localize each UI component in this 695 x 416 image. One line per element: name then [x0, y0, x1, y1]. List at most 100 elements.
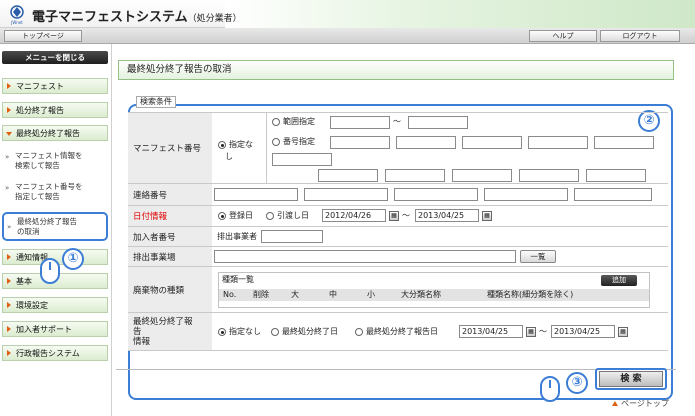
page-title: 最終処分終了報告の取消 — [118, 60, 674, 80]
manifest-number-input-8[interactable] — [385, 169, 445, 182]
manifest-number-input-6[interactable] — [272, 153, 332, 166]
arrow-up-icon — [612, 401, 618, 406]
manifest-range-label: 範囲指定 — [283, 117, 315, 126]
contact-number-input-5[interactable] — [574, 188, 652, 201]
transfer-date-radio[interactable] — [266, 212, 274, 220]
sidebar-item-member-support[interactable]: 加入者サポート — [2, 321, 108, 337]
final-none-radio[interactable] — [218, 328, 226, 336]
manifest-number-input-7[interactable] — [318, 169, 378, 182]
manifest-number-option-label: 番号指定 — [283, 137, 315, 146]
manifest-range-to-input[interactable] — [408, 116, 468, 129]
date-from-input[interactable]: 2012/04/26 — [322, 209, 386, 222]
logout-button[interactable]: ログアウト — [600, 30, 680, 42]
arrow-right-icon — [7, 326, 11, 332]
manifest-none-label-2: し — [225, 152, 233, 161]
manifest-none-radio[interactable] — [218, 141, 226, 149]
manifest-number-input-3[interactable] — [462, 136, 522, 149]
arrow-right-icon — [7, 278, 11, 284]
svg-text:JWnet: JWnet — [10, 20, 23, 25]
mouse-icon — [540, 376, 560, 402]
main-content: 最終処分終了報告の取消 検索条件 ② マニフェスト番号 指定な し 範囲指定 〜… — [112, 44, 695, 416]
search-button[interactable]: 検 索 — [599, 371, 663, 387]
final-date-radio[interactable] — [271, 328, 279, 336]
col-no: No. — [223, 290, 237, 299]
app-header: JWnet 電子マニフェストシステム（処分業者） — [0, 0, 695, 28]
add-waste-button[interactable]: 追加 — [601, 275, 637, 286]
calendar-icon[interactable]: ▦ — [618, 327, 628, 337]
subitem-number-and-report[interactable]: » マニフェスト番号を 指定して報告 — [2, 180, 108, 206]
contact-number-input-2[interactable] — [304, 188, 388, 201]
member-number-input[interactable] — [261, 230, 323, 243]
sidebar-item-manifest[interactable]: マニフェスト — [2, 78, 108, 94]
subitem-cancel-final-report[interactable]: » 最終処分終了報告 の取消 — [2, 212, 108, 241]
arrow-right-icon — [7, 254, 11, 260]
manifest-number-input-2[interactable] — [396, 136, 456, 149]
calendar-icon[interactable]: ▦ — [526, 327, 536, 337]
final-report-date-label: 最終処分終了報告日 — [366, 327, 438, 336]
contact-number-input-3[interactable] — [394, 188, 478, 201]
transfer-date-label: 引渡し日 — [277, 211, 309, 220]
manifest-number-input-9[interactable] — [452, 169, 512, 182]
discharge-site-label: 排出事業場 — [128, 247, 212, 266]
date-to-input[interactable]: 2013/04/25 — [415, 209, 479, 222]
page-top-link[interactable]: ページトップ — [612, 398, 669, 409]
site-list-button[interactable]: 一覧 — [520, 250, 556, 263]
sidebar-item-final-disposal-report[interactable]: 最終処分終了報告 — [2, 125, 108, 141]
discharge-site-row: 排出事業場 一覧 — [128, 247, 668, 267]
final-date-label: 最終処分終了日 — [282, 327, 338, 336]
callout-3: ③ — [566, 372, 588, 394]
date-info-row: 日付情報 登録日 引渡し日 2012/04/26 ▦ 〜 2013/04/25 … — [128, 206, 668, 227]
mouse-icon — [40, 258, 60, 284]
top-navbar: トップページ ヘルプ ログアウト — [0, 28, 695, 44]
col-large: 大 — [291, 290, 299, 299]
waste-type-label: 廃棄物の種類 — [128, 267, 212, 312]
top-page-button[interactable]: トップページ — [4, 30, 82, 42]
final-tilde: 〜 — [539, 327, 547, 336]
discharger-label: 排出事業者 — [217, 232, 257, 241]
arrow-right-icon — [7, 350, 11, 356]
subitem-search-and-report[interactable]: » マニフェスト情報を 検索して報告 — [2, 149, 108, 175]
manifest-number-input-4[interactable] — [528, 136, 588, 149]
manifest-number-row: マニフェスト番号 指定な し 範囲指定 〜 番号指定 — [128, 112, 668, 184]
sidebar: メニューを閉じる マニフェスト 処分終了報告 最終処分終了報告 » マニフェスト… — [0, 48, 112, 416]
manifest-number-input-5[interactable] — [594, 136, 654, 149]
manifest-range-from-input[interactable] — [330, 116, 390, 129]
sidebar-item-admin-report[interactable]: 行政報告システム — [2, 345, 108, 361]
manifest-range-radio[interactable] — [272, 118, 280, 126]
waste-list-title: 種類一覧 — [222, 275, 254, 284]
manifest-number-input-11[interactable] — [586, 169, 646, 182]
sidebar-item-environment[interactable]: 環境設定 — [2, 297, 108, 313]
waste-type-list: 種類一覧 追加 No. 削除 大 中 小 大分類名称 種類名称(細分類を除く) — [218, 272, 650, 308]
contact-number-input-1[interactable] — [214, 188, 298, 201]
final-none-label: 指定なし — [229, 327, 261, 336]
col-major-category: 大分類名称 — [401, 290, 441, 299]
manifest-number-radio[interactable] — [272, 138, 280, 146]
arrow-right-icon — [7, 302, 11, 308]
date-tilde: 〜 — [402, 211, 410, 220]
final-report-date-radio[interactable] — [355, 328, 363, 336]
final-from-input[interactable]: 2013/04/25 — [459, 325, 523, 338]
col-small: 小 — [367, 290, 375, 299]
app-subtitle: （処分業者） — [187, 14, 242, 24]
close-menu-button[interactable]: メニューを閉じる — [2, 51, 108, 64]
discharge-site-input[interactable] — [214, 250, 516, 263]
sidebar-item-disposal-report[interactable]: 処分終了報告 — [2, 102, 108, 118]
final-report-info-label: 最終処分終了報 告 情報 — [128, 313, 212, 350]
final-report-info-row: 最終処分終了報 告 情報 指定なし 最終処分終了日 最終処分終了報告日 2013… — [128, 313, 668, 351]
form-bottom-rule — [116, 369, 676, 370]
manifest-number-input-10[interactable] — [519, 169, 579, 182]
range-tilde: 〜 — [393, 117, 401, 126]
arrow-right-icon — [7, 83, 11, 89]
member-number-row: 加入者番号 排出事業者 — [128, 227, 668, 247]
final-to-input[interactable]: 2013/04/25 — [551, 325, 615, 338]
manifest-number-input-1[interactable] — [330, 136, 390, 149]
register-date-radio[interactable] — [218, 212, 226, 220]
help-button[interactable]: ヘルプ — [529, 30, 597, 42]
calendar-icon[interactable]: ▦ — [482, 211, 492, 221]
calendar-icon[interactable]: ▦ — [389, 211, 399, 221]
manifest-number-label: マニフェスト番号 — [128, 113, 212, 183]
double-arrow-icon: » — [5, 184, 10, 192]
contact-number-input-4[interactable] — [484, 188, 568, 201]
col-type-name: 種類名称(細分類を除く) — [487, 290, 574, 299]
manifest-none-label: 指定な — [229, 140, 253, 149]
